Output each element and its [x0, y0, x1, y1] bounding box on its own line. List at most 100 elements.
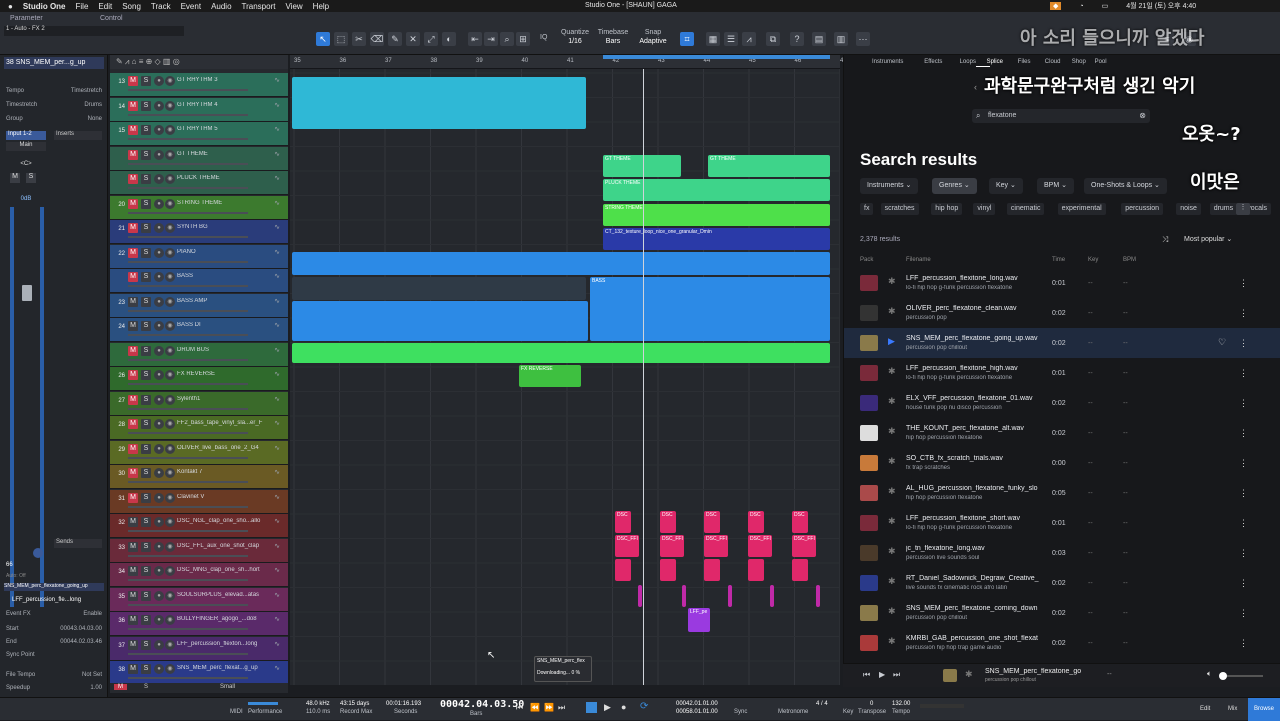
pan-knob[interactable]	[33, 548, 43, 558]
track-volume-fader[interactable]	[128, 407, 248, 410]
track-solo-button[interactable]: S	[141, 345, 151, 356]
track-name[interactable]: BULLYFINGER_agogo_...do8	[177, 616, 269, 622]
drag-star-icon[interactable]: ✱	[888, 306, 896, 317]
result-row[interactable]: ✱ SNS_MEM_perc_flexatone_coming_down percu…	[844, 598, 1280, 628]
drag-star-icon[interactable]: ✱	[888, 576, 896, 587]
monitor-icon[interactable]: ◉	[165, 541, 175, 552]
monitor-icon[interactable]: ◉	[165, 492, 175, 503]
result-filename[interactable]: KMRBI_GAB_percussion_one_shot_flexat	[906, 635, 1046, 642]
seconds-value[interactable]: 00:01:16.193	[386, 701, 421, 707]
start-value[interactable]: 00043.04.03.00	[60, 626, 102, 632]
expand-icon[interactable]: ⋯	[856, 32, 870, 46]
track-solo-button[interactable]: S	[141, 517, 151, 527]
track-row[interactable]: 38 M S ● ◉ SNS_MEM_perc_flexat...g_up ∿	[110, 661, 288, 685]
track-mute-button[interactable]: M	[128, 125, 138, 135]
panel-icon[interactable]: ▤	[812, 32, 826, 46]
listen-tool-icon[interactable]: ◐	[442, 32, 456, 46]
track-row[interactable]: M S ● ◉ GT THEME ∿	[110, 146, 288, 171]
more-options-icon[interactable]: ⋮	[1239, 608, 1248, 619]
monitor-icon[interactable]: ◉	[165, 443, 175, 454]
volume-fader[interactable]	[22, 285, 32, 301]
filter-genres[interactable]: Genres ⌄	[932, 178, 977, 194]
tag-chip[interactable]: scratches	[880, 203, 919, 215]
snap-value[interactable]: Adaptive	[638, 38, 668, 45]
speedup-value[interactable]: 1.00	[90, 685, 102, 691]
track-row[interactable]: 34 M S ● ◉ DSC_MNG_clap_one_sh...hort ∿	[110, 563, 288, 587]
track-volume-fader[interactable]	[128, 358, 248, 361]
record-arm-icon[interactable]: ●	[154, 247, 164, 258]
track-mute-button[interactable]: M	[128, 492, 138, 503]
split-tool-icon[interactable]: ✂	[352, 32, 366, 46]
loop-end[interactable]: 00058.01.01.00	[676, 709, 718, 715]
to-end-icon[interactable]: ⏭	[558, 703, 565, 713]
record-arm-icon[interactable]: ●	[154, 149, 164, 160]
sends-label[interactable]: Sends	[54, 539, 102, 548]
track-name[interactable]: Clavinet V	[177, 494, 269, 500]
col-pack[interactable]: Pack	[860, 257, 873, 263]
record-arm-icon[interactable]: ●	[154, 590, 164, 601]
browse-button[interactable]: Browse	[1248, 698, 1280, 721]
timebase-value[interactable]: Bars	[596, 38, 630, 45]
record-arm-icon[interactable]: ●	[154, 664, 164, 674]
record-arm-icon[interactable]: ●	[154, 223, 164, 233]
monitor-icon[interactable]: ◉	[165, 272, 175, 282]
play-icon[interactable]: ▶	[879, 670, 885, 679]
volume-slider[interactable]	[1221, 675, 1263, 677]
player-star-icon[interactable]: ✱	[965, 669, 973, 680]
track-mute-button[interactable]: M	[128, 615, 138, 625]
group-value[interactable]: None	[88, 116, 102, 122]
track-mute-button[interactable]: M	[128, 394, 138, 405]
monitor-icon[interactable]: ◉	[165, 419, 175, 429]
bend-tool-icon[interactable]: ⤢	[424, 32, 438, 46]
track-name[interactable]: DRUM BUS	[177, 347, 269, 353]
to-start-icon[interactable]: ⏮	[516, 703, 523, 713]
browser-tab-files[interactable]: Files	[1018, 59, 1031, 65]
track-solo-button[interactable]: S	[141, 590, 151, 601]
record-arm-icon[interactable]: ●	[154, 492, 164, 503]
ruler-bar-label[interactable]: 40	[522, 58, 529, 64]
more-options-icon[interactable]: ⋮	[1239, 308, 1248, 319]
apple-icon[interactable]: ●	[8, 2, 13, 11]
monitor-icon[interactable]: ◉	[165, 198, 175, 209]
result-filename[interactable]: SO_CTB_fx_scratch_trials.wav	[906, 455, 1046, 462]
drag-star-icon[interactable]: ✱	[888, 426, 896, 437]
track-name[interactable]: SOULSURPLUS_elevad...atas	[177, 592, 269, 598]
record-arm-icon[interactable]: ●	[154, 100, 164, 111]
filter-key[interactable]: Key ⌄	[989, 178, 1023, 194]
more-options-icon[interactable]: ⋮	[1239, 578, 1248, 589]
track-row[interactable]: 28 M S ● ◉ FF2_bass_tape_vinyl_sla...er_F ∿	[110, 416, 288, 440]
track-name[interactable]: PIANO	[177, 249, 269, 255]
track-mute-button[interactable]: M	[128, 296, 138, 307]
track-mute-button[interactable]: M	[128, 370, 138, 380]
track-mute-button[interactable]: M	[128, 590, 138, 601]
ruler-bar-label[interactable]: 41	[567, 58, 574, 64]
ruler-bar-label[interactable]: 36	[340, 58, 347, 64]
result-row[interactable]: ✱ LFF_percussion_flexitone_long.wav lo-fi …	[844, 268, 1280, 298]
battery-icon[interactable]: ▭	[1102, 2, 1109, 10]
range-tool-icon[interactable]: ⬚	[334, 32, 348, 46]
menu-song[interactable]: Song	[122, 2, 141, 11]
track-volume-fader[interactable]	[128, 236, 248, 238]
track-row[interactable]: 37 M S ● ◉ LFF_percussion_flexton...long ∿	[110, 636, 288, 661]
drag-star-icon[interactable]: ✱	[888, 516, 896, 527]
monitor-icon[interactable]: ◉	[165, 566, 175, 576]
record-arm-icon[interactable]: ●	[154, 174, 164, 184]
clip-dsc[interactable]: DSC_FFI	[792, 535, 816, 557]
record-arm-icon[interactable]: ●	[154, 296, 164, 307]
more-tags-icon[interactable]: ⋮	[1236, 203, 1250, 215]
track-volume-fader[interactable]	[128, 285, 248, 287]
filter-one-shots-loops[interactable]: One-Shots & Loops ⌄	[1084, 178, 1167, 194]
track-row[interactable]: 26 M S ● ◉ FX REVERSE ∿	[110, 367, 288, 391]
drag-star-icon[interactable]: ✱	[888, 606, 896, 617]
record-arm-icon[interactable]: ●	[154, 76, 164, 86]
monitor-icon[interactable]: ◉	[165, 639, 175, 650]
track-mute-button[interactable]: M	[128, 198, 138, 209]
playhead[interactable]	[643, 69, 644, 685]
track-solo-button[interactable]: S	[141, 615, 151, 625]
monitor-icon[interactable]: ◉	[165, 664, 175, 674]
result-row[interactable]: ✱ RT_Daniel_Sadownick_Degraw_Creative_ liv…	[844, 568, 1280, 598]
clip-dsc[interactable]: DSC	[615, 511, 631, 533]
output-main[interactable]: Main	[6, 142, 46, 151]
grid-icon[interactable]: ▦	[706, 32, 720, 46]
record-arm-icon[interactable]: ●	[154, 419, 164, 429]
